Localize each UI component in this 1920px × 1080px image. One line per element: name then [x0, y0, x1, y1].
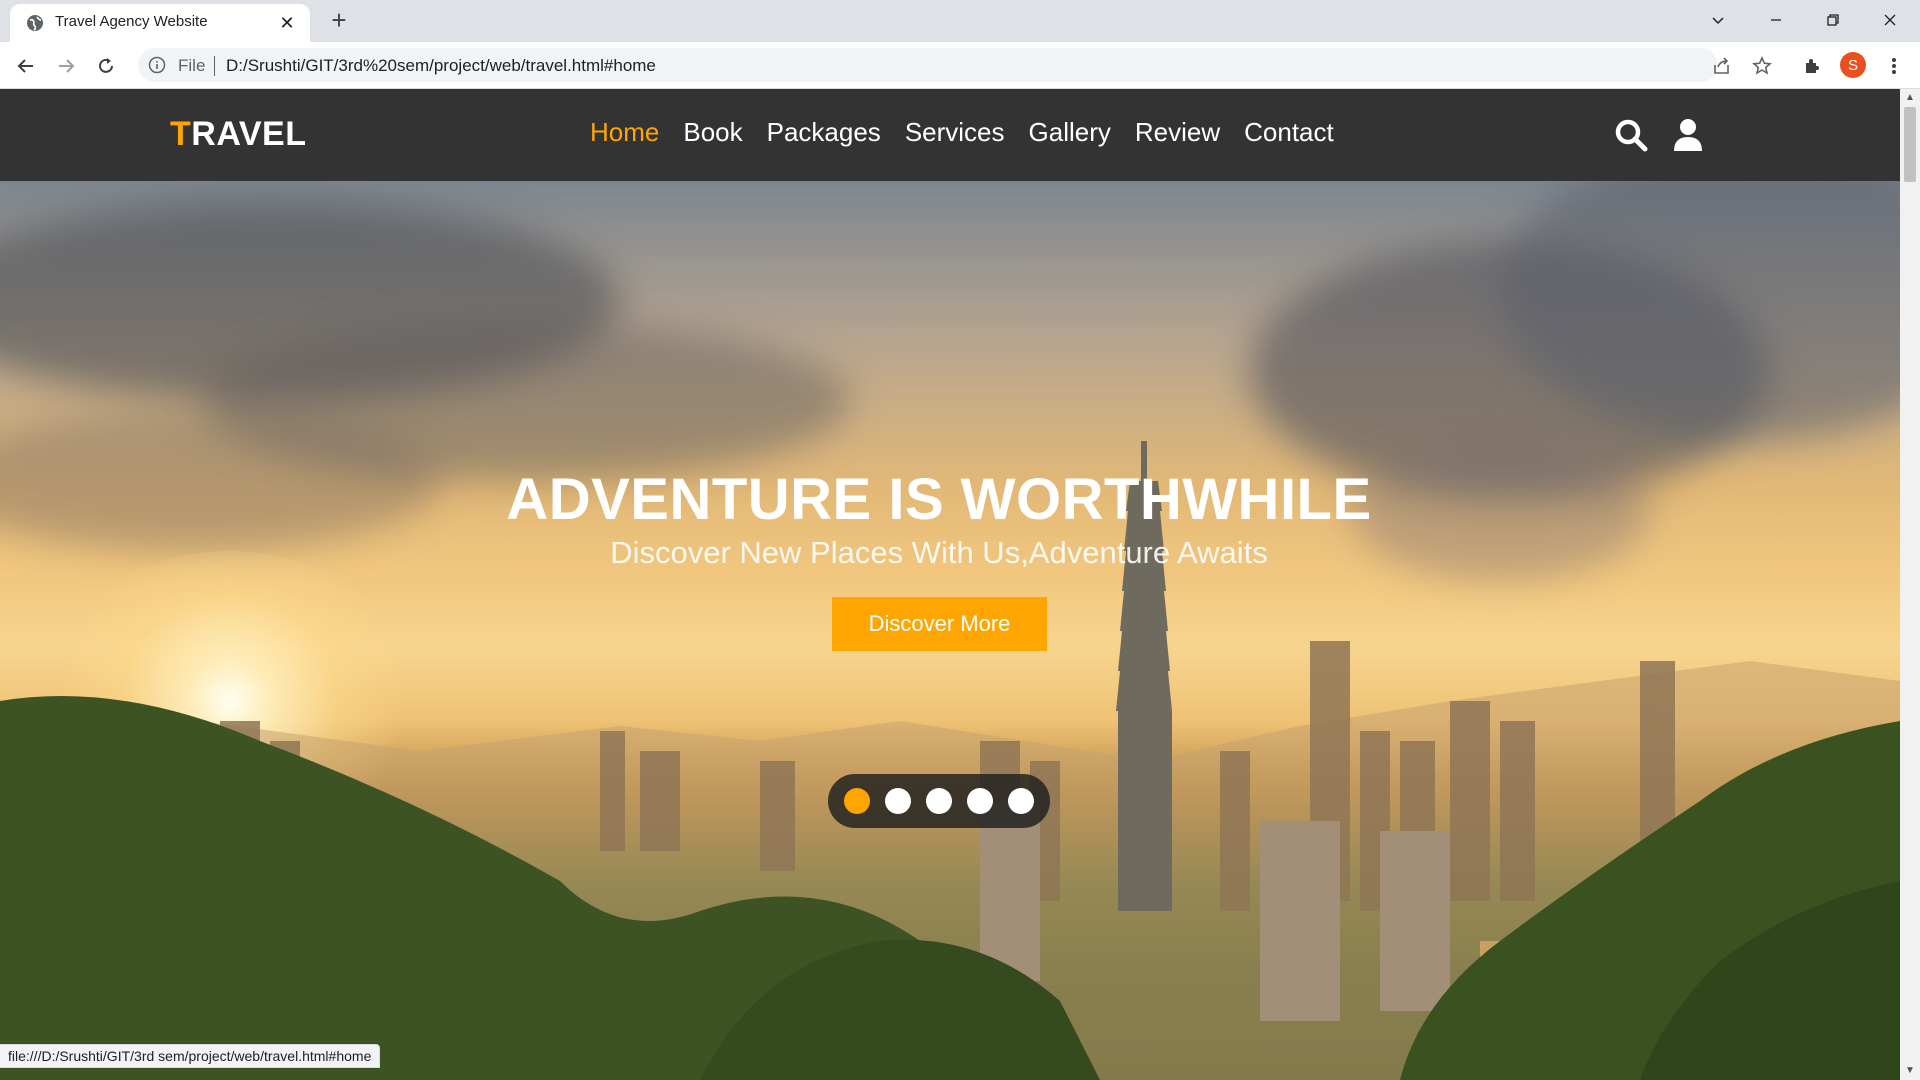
nav-link-home[interactable]: Home [590, 117, 659, 148]
scroll-thumb[interactable] [1904, 107, 1916, 182]
slider-controls [828, 774, 1050, 828]
slide-dot-2[interactable] [885, 788, 911, 814]
discover-more-button[interactable]: Discover More [832, 597, 1047, 651]
globe-icon [27, 15, 43, 31]
nav-link-contact[interactable]: Contact [1244, 117, 1334, 148]
new-tab-button[interactable]: + [325, 5, 353, 35]
url-text[interactable]: D:/Srushti/GIT/3rd%20sem/project/web/tra… [226, 56, 656, 76]
browser-tab[interactable]: Travel Agency Website ✕ [10, 4, 310, 42]
logo-first-letter: T [170, 115, 192, 153]
hero-section: ADVENTURE IS WORTHWHILE Discover New Pla… [0, 181, 1900, 1080]
hero-title: ADVENTURE IS WORTHWHILE [506, 467, 1372, 532]
site-header: TRAVEL Home Book Packages Services Galle… [0, 89, 1900, 181]
user-icon[interactable] [1670, 117, 1706, 153]
share-icon[interactable] [1710, 54, 1734, 78]
nav-link-book[interactable]: Book [683, 117, 742, 148]
status-bar-url: file:///D:/Srushti/GIT/3rd sem/project/w… [0, 1044, 381, 1068]
url-scheme-label: File [178, 56, 206, 75]
site-nav: Home Book Packages Services Gallery Revi… [590, 117, 1334, 148]
forward-icon[interactable] [50, 50, 82, 82]
tab-close-icon[interactable]: ✕ [276, 12, 298, 34]
search-icon[interactable] [1613, 117, 1649, 153]
slide-dot-1[interactable] [844, 788, 870, 814]
hero-subtitle: Discover New Places With Us,Adventure Aw… [610, 535, 1268, 570]
hero-content: ADVENTURE IS WORTHWHILE Discover New Pla… [0, 181, 1900, 1080]
profile-avatar[interactable]: S [1840, 52, 1866, 78]
address-bar[interactable]: File D:/Srushti/GIT/3rd%20sem/project/we… [138, 48, 1718, 82]
scroll-down-icon[interactable]: ▼ [1904, 1065, 1916, 1077]
extensions-icon[interactable] [1800, 54, 1824, 78]
site-logo[interactable]: TRAVEL [170, 115, 307, 154]
slide-dot-5[interactable] [1008, 788, 1034, 814]
tab-strip: Travel Agency Website ✕ + [0, 0, 1920, 42]
minimize-icon[interactable] [1748, 0, 1804, 40]
nav-link-packages[interactable]: Packages [767, 117, 881, 148]
nav-link-services[interactable]: Services [905, 117, 1005, 148]
back-icon[interactable] [10, 50, 42, 82]
page-scrollbar[interactable]: ▲ ▼ [1900, 89, 1920, 1080]
url-separator [214, 56, 215, 76]
tab-search-icon[interactable] [1690, 0, 1746, 40]
nav-link-gallery[interactable]: Gallery [1029, 117, 1111, 148]
slide-dot-3[interactable] [926, 788, 952, 814]
scroll-up-icon[interactable]: ▲ [1904, 92, 1916, 104]
page-viewport: TRAVEL Home Book Packages Services Galle… [0, 89, 1900, 1080]
reload-icon[interactable] [90, 50, 122, 82]
nav-link-review[interactable]: Review [1135, 117, 1220, 148]
browser-toolbar: File D:/Srushti/GIT/3rd%20sem/project/we… [0, 42, 1920, 89]
menu-kebab-icon[interactable] [1882, 54, 1906, 78]
close-window-icon[interactable] [1862, 0, 1918, 40]
info-icon[interactable] [148, 56, 166, 74]
tab-title: Travel Agency Website [55, 13, 208, 30]
bookmark-star-icon[interactable] [1750, 54, 1774, 78]
restore-icon[interactable] [1805, 0, 1861, 40]
slide-dot-4[interactable] [967, 788, 993, 814]
logo-rest: RAVEL [191, 115, 307, 153]
